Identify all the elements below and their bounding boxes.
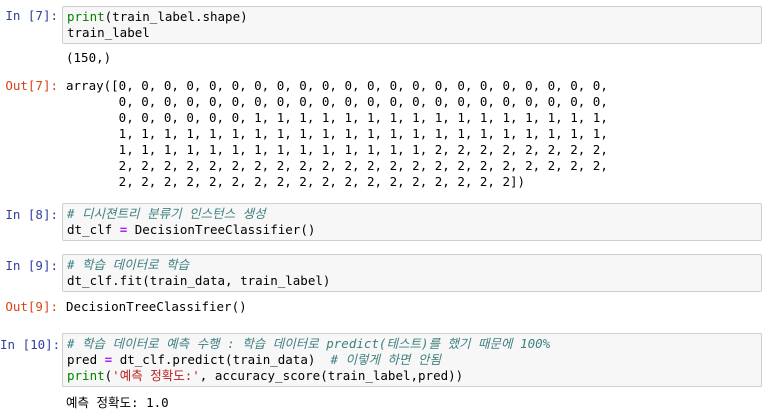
code-text: , accuracy_score(train_label,pred)) (199, 368, 464, 383)
code-text: dt_clf (67, 222, 113, 237)
code-line: train_label (67, 25, 150, 40)
stream-output-7: (150,) (66, 50, 112, 65)
code-cell-8[interactable]: # 디시젼트리 분류기 인스턴스 생성 dt_clf = DecisionTre… (62, 203, 762, 241)
code-line: print('예측 정확도:', accuracy_score(train_la… (67, 368, 757, 384)
code-comment: # 학습 데이터로 예측 수행 : 학습 데이터로 predict(테스트)를 … (67, 336, 551, 351)
array-output-7: array([0, 0, 0, 0, 0, 0, 0, 0, 0, 0, 0, … (66, 78, 608, 190)
assign-operator: = (119, 222, 128, 237)
stream-output-10: 예측 정확도: 1.0 (66, 395, 169, 410)
builtin-print: print (67, 368, 105, 383)
code-line: print(train_label.shape) (67, 9, 757, 25)
output-line: 2, 2, 2, 2, 2, 2, 2, 2, 2, 2, 2, 2, 2, 2… (66, 174, 526, 189)
output-line: 2, 2, 2, 2, 2, 2, 2, 2, 2, 2, 2, 2, 2, 2… (66, 158, 608, 173)
builtin-print: print (67, 9, 105, 24)
output-line: 1, 1, 1, 1, 1, 1, 1, 1, 1, 1, 1, 1, 1, 1… (66, 142, 608, 157)
output-line: array([0, 0, 0, 0, 0, 0, 0, 0, 0, 0, 0, … (66, 78, 608, 93)
input-prompt-8: In [8]: (5, 207, 58, 222)
output-line: 0, 0, 0, 0, 0, 0, 0, 0, 0, 0, 0, 0, 0, 0… (66, 94, 608, 109)
code-line: dt_clf.fit(train_data, train_label) (67, 273, 331, 288)
output-prompt-7: Out[7]: (5, 78, 58, 93)
code-cell-10[interactable]: # 학습 데이터로 예측 수행 : 학습 데이터로 predict(테스트)를 … (62, 333, 762, 387)
code-line: pred = dt_clf.predict(train_data) # 이렇게 … (67, 352, 757, 368)
code-cell-9[interactable]: # 학습 데이터로 학습 dt_clf.fit(train_data, trai… (62, 254, 762, 292)
code-text: (train_label.shape) (104, 9, 248, 24)
input-prompt-7: In [7]: (5, 8, 58, 23)
code-cell-7[interactable]: print(train_label.shape) train_label (62, 6, 762, 44)
code-text: DecisionTreeClassifier() (134, 222, 316, 237)
code-text: dt_clf.predict(train_data) (119, 352, 316, 367)
assign-operator: = (104, 352, 113, 367)
output-prompt-9: Out[9]: (5, 299, 58, 314)
input-prompt-9: In [9]: (5, 258, 58, 273)
output-line: 1, 1, 1, 1, 1, 1, 1, 1, 1, 1, 1, 1, 1, 1… (66, 126, 608, 141)
code-line: dt_clf = DecisionTreeClassifier() (67, 222, 757, 238)
code-comment: # 디시젼트리 분류기 인스턴스 생성 (67, 206, 266, 221)
code-comment: # 학습 데이터로 학습 (67, 257, 190, 272)
input-prompt-10: In [10]: (0, 337, 61, 352)
code-text: pred (67, 352, 98, 367)
output-line: 0, 0, 0, 0, 0, 0, 1, 1, 1, 1, 1, 1, 1, 1… (66, 110, 608, 125)
string-literal: '예측 정확도:' (112, 368, 200, 383)
repr-output-9: DecisionTreeClassifier() (66, 299, 247, 314)
inline-comment: # 이렇게 하면 안됨 (330, 352, 442, 367)
